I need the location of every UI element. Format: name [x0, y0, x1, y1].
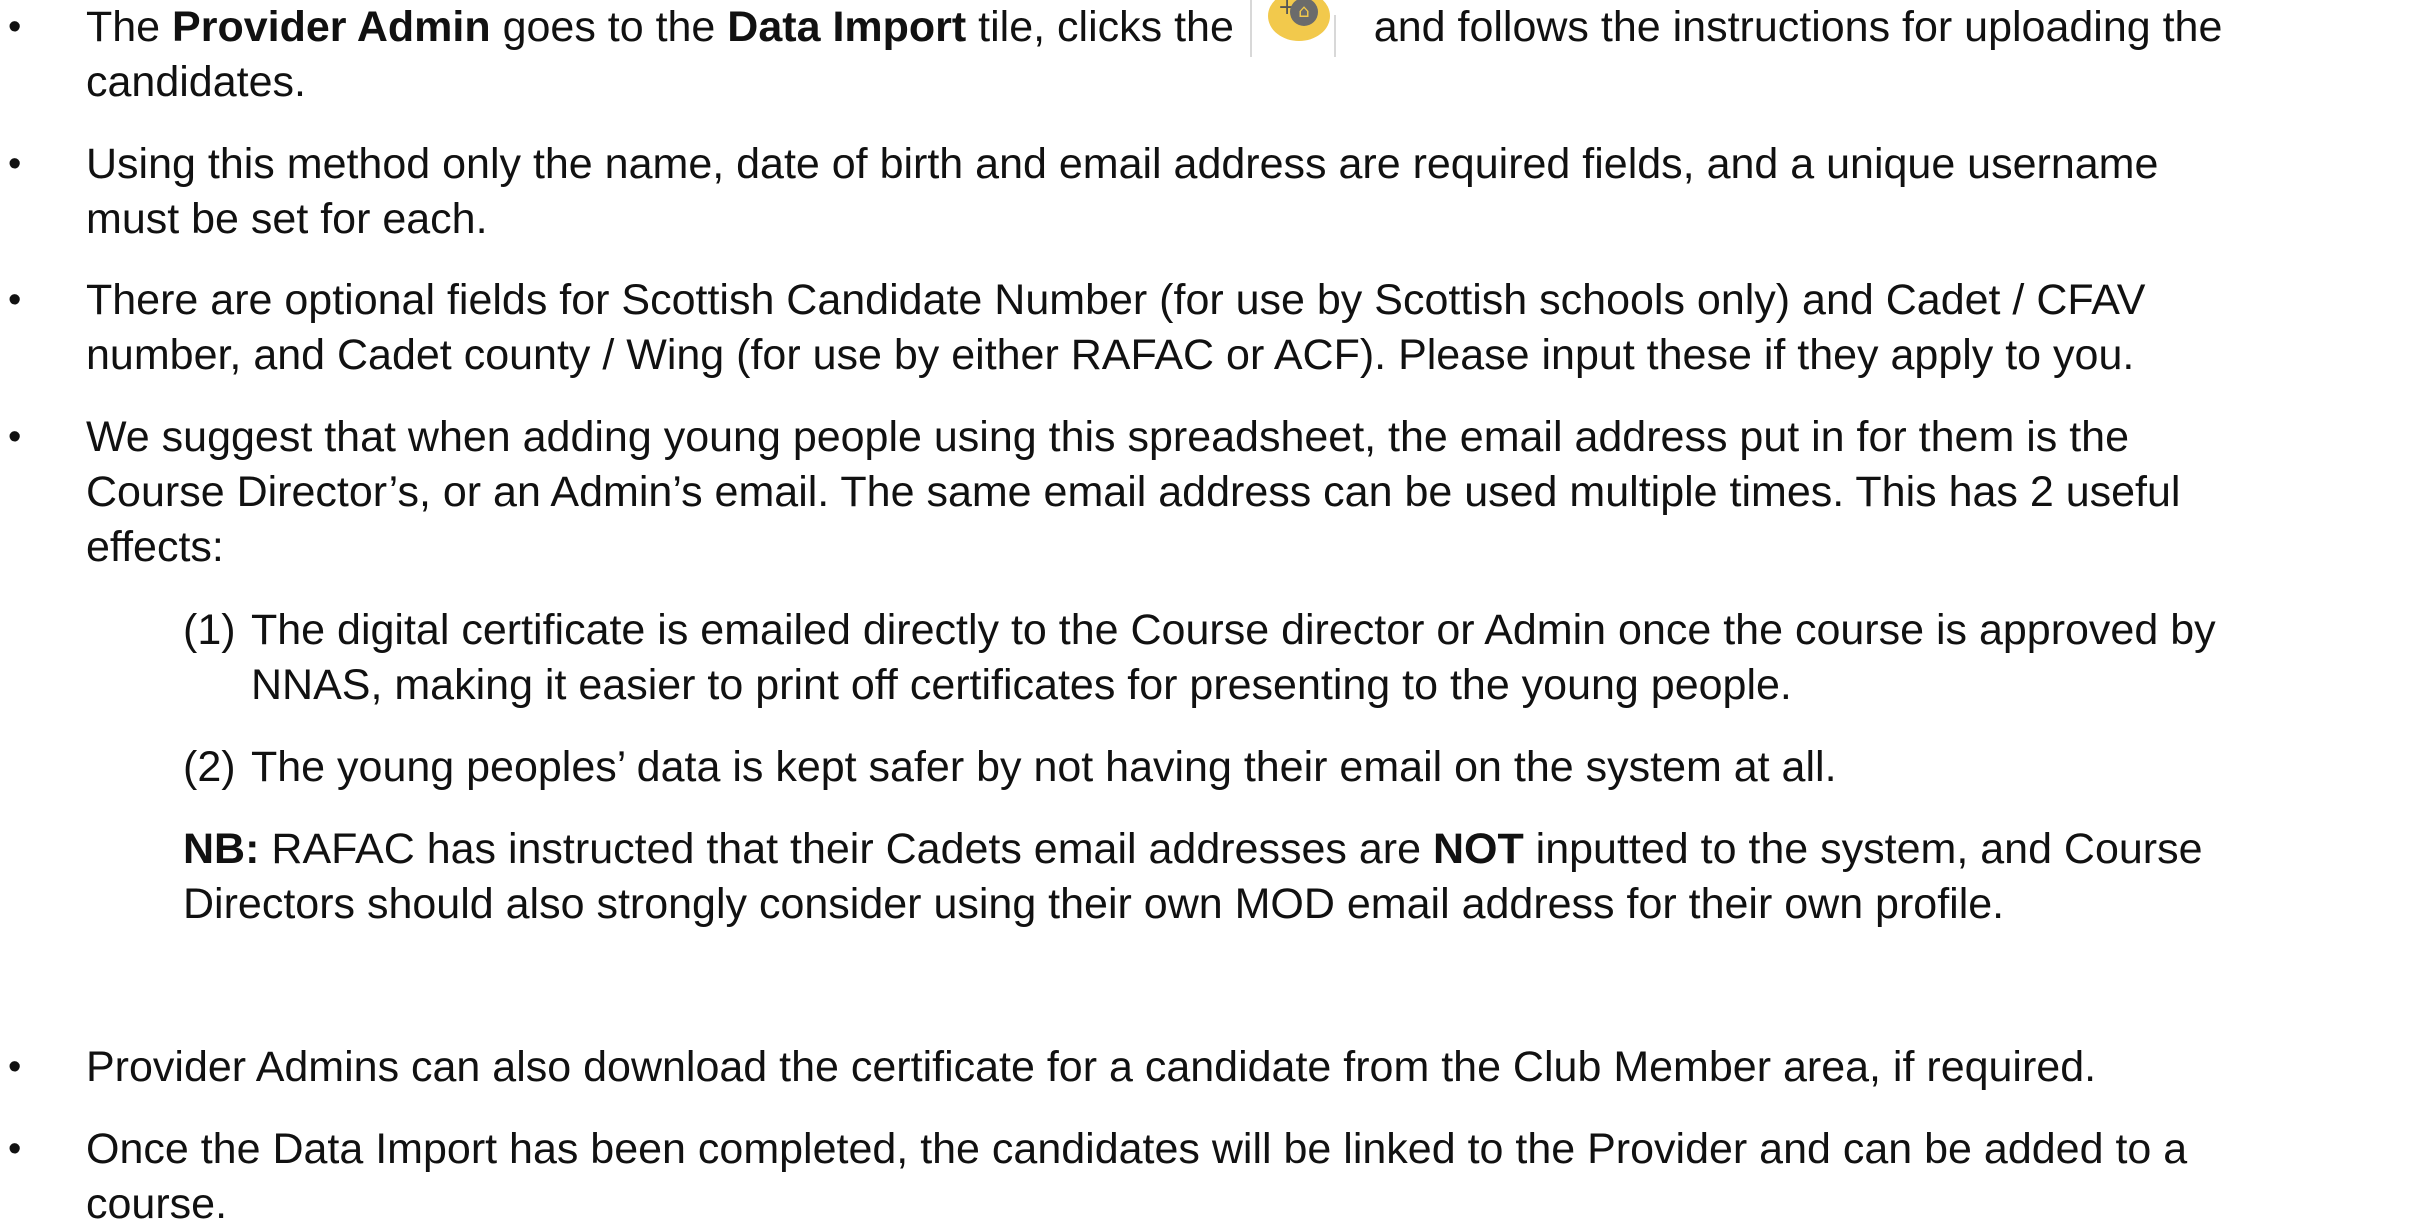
add-data-import-tile-icon: + ⌂ — [1246, 0, 1356, 57]
bullet-marker: • — [8, 416, 22, 458]
bullet-marker: • — [8, 279, 22, 321]
effect-text: The digital certificate is emailed direc… — [251, 603, 2426, 713]
text-run: goes to the — [490, 3, 728, 51]
effect-text: The young peoples’ data is kept safer by… — [251, 740, 2426, 795]
nb-note: NB: RAFAC has instructed that their Cade… — [183, 822, 2423, 932]
bold-term: NOT — [1432, 825, 1524, 873]
text-line: must be set for each. — [86, 195, 488, 243]
bullet-marker: • — [8, 6, 22, 48]
bullet-text: Using this method only the name, date of… — [86, 137, 2416, 247]
bold-term: Provider Admin — [172, 3, 491, 51]
bullet-text: Once the Data Import has been completed,… — [86, 1122, 2416, 1232]
text-line: candidates. — [86, 58, 306, 106]
text-line: Once the Data Import has been completed,… — [86, 1125, 2188, 1173]
text-line: Course Director’s, or an Admin’s email. … — [86, 468, 2181, 516]
text-line: There are optional fields for Scottish C… — [86, 276, 2146, 324]
bullet-marker: • — [8, 1046, 22, 1088]
bullet-text: Provider Admins can also download the ce… — [86, 1040, 2416, 1095]
bullet-marker: • — [8, 1128, 22, 1170]
text-line: Using this method only the name, date of… — [86, 140, 2159, 188]
text-line: We suggest that when adding young people… — [86, 413, 2129, 461]
effect-number: (1) — [183, 606, 236, 654]
text-line: number, and Cadet county / Wing (for use… — [86, 331, 2135, 379]
text-run: tile, clicks the — [966, 3, 1234, 51]
bullet-text: The Provider Admin goes to the Data Impo… — [86, 0, 2416, 110]
text-line: Provider Admins can also download the ce… — [86, 1043, 2097, 1091]
slide: • The Provider Admin goes to the Data Im… — [0, 0, 2428, 1228]
text-line: Directors should also strongly consider … — [183, 880, 2005, 928]
text-line: NNAS, making it easier to print off cert… — [251, 661, 1792, 709]
bullet-marker: • — [8, 143, 22, 185]
text-run: The — [86, 3, 173, 51]
text-run: inputted to the system, and Course — [1523, 825, 2203, 873]
text-run: and follows the instructions for uploadi… — [1361, 3, 2223, 51]
text-line: The young peoples’ data is kept safer by… — [251, 743, 1837, 791]
nb-label: NB: — [183, 825, 260, 873]
text-line: effects: — [86, 523, 224, 571]
text-line: course. — [86, 1180, 228, 1228]
text-line: NB: RAFAC has instructed that their Cade… — [183, 822, 2423, 877]
text-run: RAFAC has instructed that their Cadets e… — [259, 825, 1433, 873]
bullet-text: We suggest that when adding young people… — [86, 410, 2416, 575]
text-line: The Provider Admin goes to the Data Impo… — [86, 0, 2416, 57]
text-line: The digital certificate is emailed direc… — [251, 606, 2216, 654]
bullet-text: There are optional fields for Scottish C… — [86, 273, 2416, 383]
effect-number: (2) — [183, 743, 236, 791]
bold-term: Data Import — [727, 3, 967, 51]
